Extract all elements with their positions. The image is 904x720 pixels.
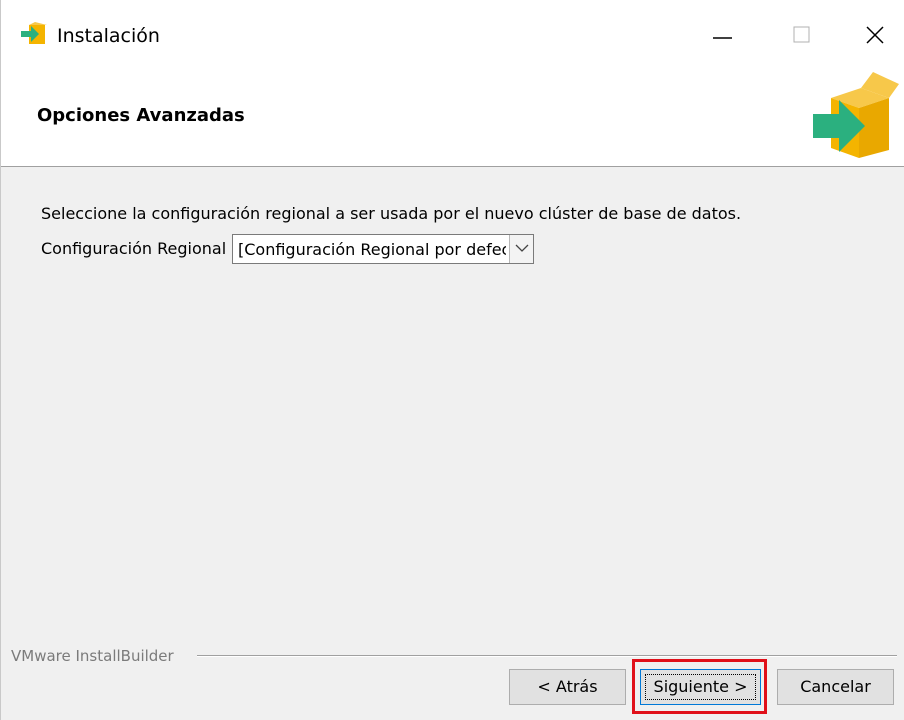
back-button[interactable]: < Atrás <box>509 669 626 705</box>
content-area: Seleccione la configuración regional a s… <box>1 167 904 720</box>
locale-select-value: [Configuración Regional por defecto] <box>238 240 506 259</box>
minimize-button[interactable] <box>701 14 741 54</box>
locale-select[interactable]: [Configuración Regional por defecto] <box>232 234 534 264</box>
close-icon <box>866 26 884 44</box>
maximize-button[interactable] <box>785 14 825 54</box>
locale-label: Configuración Regional <box>41 239 227 258</box>
next-button[interactable]: Siguiente > <box>640 669 761 705</box>
installer-box-arrow-icon <box>811 70 901 162</box>
maximize-icon <box>793 26 810 43</box>
window-title: Instalación <box>57 25 160 47</box>
locale-dropdown-button[interactable] <box>509 235 533 263</box>
next-button-label: Siguiente > <box>653 677 748 696</box>
title-bar[interactable]: Instalación <box>1 0 904 70</box>
instruction-text: Seleccione la configuración regional a s… <box>41 204 742 223</box>
installer-window: Instalación Opciones Avanzadas Seleccion… <box>0 0 904 720</box>
chevron-down-icon <box>515 244 529 252</box>
brand-label: VMware InstallBuilder <box>11 647 174 665</box>
page-header: Opciones Avanzadas <box>1 70 904 167</box>
page-title: Opciones Avanzadas <box>37 105 245 126</box>
minimize-icon <box>713 37 732 39</box>
installer-app-icon <box>21 22 47 46</box>
footer-separator <box>197 655 897 657</box>
close-button[interactable] <box>854 14 894 54</box>
cancel-button[interactable]: Cancelar <box>777 669 894 705</box>
